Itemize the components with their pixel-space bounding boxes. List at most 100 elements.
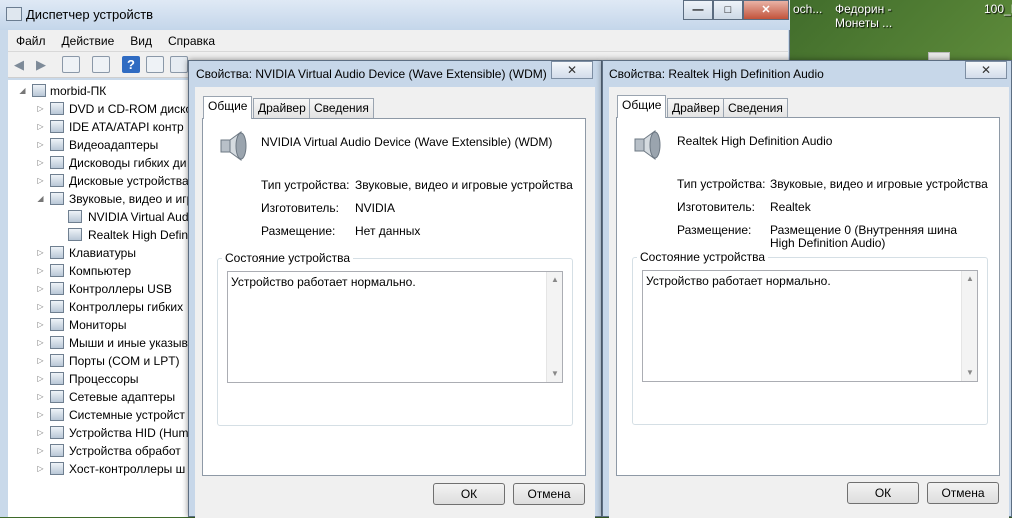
expand-icon[interactable]: ▷ — [36, 370, 45, 388]
device-category-icon — [50, 408, 64, 421]
expand-icon[interactable]: ▷ — [36, 154, 45, 172]
scrollbar[interactable]: ▲ ▼ — [961, 271, 977, 381]
desktop-item-label[interactable]: Монеты ... — [835, 16, 892, 30]
title-bar[interactable]: Диспетчер устройств — □ ✕ — [0, 0, 790, 30]
close-button[interactable]: ✕ — [743, 0, 789, 20]
help-icon[interactable]: ? — [122, 56, 140, 73]
tree-item-label: IDE ATA/ATAPI контр — [69, 120, 184, 134]
expand-icon[interactable]: ▷ — [36, 262, 45, 280]
expand-icon[interactable]: ▷ — [36, 406, 45, 424]
expand-icon[interactable]: ▷ — [36, 100, 45, 118]
location-label: Размещение: — [677, 223, 752, 237]
properties-icon[interactable] — [92, 56, 110, 73]
back-icon[interactable]: ◀ — [10, 56, 28, 73]
tree-item-label: Контроллеры USB — [69, 282, 172, 296]
tree-root-label: morbid-ПК — [50, 84, 107, 98]
device-category-icon — [50, 462, 64, 475]
device-name: Realtek High Definition Audio — [677, 134, 833, 148]
device-category-icon — [50, 354, 64, 367]
status-textbox[interactable]: Устройство работает нормально. ▲ ▼ — [642, 270, 978, 382]
location-value: Размещение 0 (Внутренняя шина High Defin… — [770, 223, 958, 250]
general-tab-page: NVIDIA Virtual Audio Device (Wave Extens… — [202, 118, 586, 476]
expand-icon[interactable]: ▷ — [36, 118, 45, 136]
device-category-icon — [50, 192, 64, 205]
scroll-up-icon[interactable]: ▲ — [547, 272, 563, 288]
tree-item-label: Контроллеры гибких — [69, 300, 184, 314]
dialog-body: Общие Драйвер Сведения Realtek High Defi… — [609, 87, 1009, 518]
tab-general[interactable]: Общие — [617, 95, 667, 118]
expand-icon[interactable]: ▷ — [36, 298, 45, 316]
menu-bar: Файл Действие Вид Справка — [8, 30, 788, 52]
forward-icon[interactable]: ▶ — [32, 56, 50, 73]
collapse-icon[interactable]: ◢ — [18, 82, 27, 100]
desktop-item-label[interactable]: och... — [793, 2, 822, 16]
device-category-icon — [50, 318, 64, 331]
tree-item-label: Устройства HID (Hum — [69, 426, 189, 440]
close-button[interactable]: ✕ — [551, 61, 593, 79]
expand-icon[interactable]: ▷ — [36, 388, 45, 406]
menu-action[interactable]: Действие — [54, 34, 123, 48]
device-category-icon — [50, 120, 64, 133]
menu-file[interactable]: Файл — [8, 34, 54, 48]
tab-details[interactable]: Сведения — [309, 98, 374, 118]
expand-icon[interactable]: ▷ — [36, 136, 45, 154]
manufacturer-label: Изготовитель: — [677, 200, 755, 214]
maximize-button[interactable]: □ — [713, 0, 743, 20]
expand-icon[interactable]: ▷ — [36, 316, 45, 334]
tab-driver[interactable]: Драйвер — [253, 98, 311, 118]
manufacturer-value: NVIDIA — [355, 201, 396, 215]
status-text: Устройство работает нормально. — [646, 274, 831, 288]
expand-icon[interactable]: ▷ — [36, 244, 45, 262]
tree-item-label: DVD и CD-ROM диско — [69, 102, 193, 116]
device-type-label: Тип устройства: — [677, 177, 766, 191]
tree-item-label: Компьютер — [69, 264, 132, 278]
tab-details[interactable]: Сведения — [723, 98, 788, 118]
desktop-item-label[interactable]: 100_F — [984, 2, 1012, 16]
device-status-group: Состояние устройства Устройство работает… — [632, 250, 988, 425]
device-category-icon — [50, 156, 64, 169]
close-button[interactable]: ✕ — [965, 61, 1007, 79]
scrollbar[interactable]: ▲ ▼ — [546, 272, 562, 382]
scroll-down-icon[interactable]: ▼ — [962, 365, 978, 381]
tree-item-label: Порты (COM и LPT) — [69, 354, 180, 368]
desktop-item-label[interactable]: Федорин - — [835, 2, 892, 16]
expand-icon[interactable]: ▷ — [36, 172, 45, 190]
tree-item-label: Системные устройст — [69, 408, 185, 422]
tree-item-label: Видеоадаптеры — [69, 138, 159, 152]
device-type-value: Звуковые, видео и игровые устройства — [770, 177, 988, 191]
tree-item-label: Хост-контроллеры ш — [69, 462, 186, 476]
tree-item-label: NVIDIA Virtual Aud — [88, 210, 189, 224]
collapse-icon[interactable]: ◢ — [36, 190, 45, 208]
ok-button[interactable]: ОК — [847, 482, 919, 504]
expand-icon[interactable]: ▷ — [36, 334, 45, 352]
tab-general[interactable]: Общие — [203, 96, 253, 119]
dialog-title: Свойства: Realtek High Definition Audio — [609, 67, 824, 81]
minimize-button[interactable]: — — [683, 0, 713, 20]
scroll-up-icon[interactable]: ▲ — [962, 271, 978, 287]
menu-view[interactable]: Вид — [122, 34, 160, 48]
computer-icon — [32, 84, 46, 97]
expand-icon[interactable]: ▷ — [36, 442, 45, 460]
device-name: NVIDIA Virtual Audio Device (Wave Extens… — [261, 135, 553, 149]
scroll-down-icon[interactable]: ▼ — [547, 366, 563, 382]
tree-item-label: Звуковые, видео и игр — [69, 192, 194, 206]
device-category-icon — [50, 426, 64, 439]
speaker-icon — [68, 228, 82, 241]
expand-icon[interactable]: ▷ — [36, 352, 45, 370]
show-hide-tree-icon[interactable] — [62, 56, 80, 73]
expand-icon[interactable]: ▷ — [36, 460, 45, 478]
cancel-button[interactable]: Отмена — [513, 483, 585, 505]
expand-icon[interactable]: ▷ — [36, 424, 45, 442]
ok-button[interactable]: ОК — [433, 483, 505, 505]
view-icon[interactable] — [146, 56, 164, 73]
general-tab-page: Realtek High Definition Audio Тип устрой… — [616, 117, 1000, 476]
status-textbox[interactable]: Устройство работает нормально. ▲ ▼ — [227, 271, 563, 383]
tree-item-label: Клавиатуры — [69, 246, 136, 260]
scan-hardware-icon[interactable] — [170, 56, 188, 73]
menu-help[interactable]: Справка — [160, 34, 223, 48]
expand-icon[interactable]: ▷ — [36, 280, 45, 298]
cancel-button[interactable]: Отмена — [927, 482, 999, 504]
device-category-icon — [50, 372, 64, 385]
device-status-group: Состояние устройства Устройство работает… — [217, 251, 573, 426]
tab-driver[interactable]: Драйвер — [667, 98, 725, 118]
